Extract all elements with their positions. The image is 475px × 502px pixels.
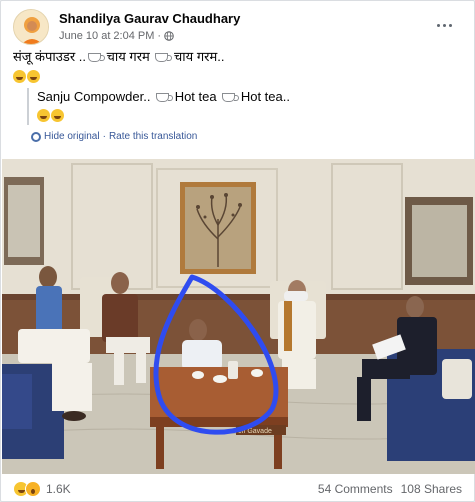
original-text-part2: चाय गरम	[103, 49, 154, 64]
laughing-emoji-icon	[37, 109, 50, 123]
post-stats: 54 Comments 108 Shares	[318, 482, 462, 496]
shares-count[interactable]: 108 Shares	[401, 482, 462, 496]
laughing-emoji-icon	[13, 70, 26, 84]
gear-icon[interactable]	[31, 131, 41, 142]
post-meta: June 10 at 2:04 PM ·	[59, 30, 174, 42]
hot-beverage-icon	[156, 93, 174, 103]
reactions-summary[interactable]: 1.6K	[13, 481, 71, 497]
author-name[interactable]: Shandilya Gaurav Chaudhary	[59, 11, 240, 26]
post-header: Shandilya Gaurav Chaudhary June 10 at 2:…	[13, 9, 464, 49]
translated-text-part3: Hot tea..	[237, 89, 290, 104]
globe-icon	[164, 31, 174, 41]
hot-beverage-icon	[88, 53, 106, 63]
laughing-emoji-icon	[51, 109, 64, 123]
translated-text-part2: Hot tea	[171, 89, 221, 104]
translated-text-part1: Sanju Compowder..	[37, 89, 155, 104]
rate-translation-link[interactable]: Rate this translation	[109, 131, 197, 142]
meta-separator: ·	[157, 30, 162, 42]
hot-beverage-icon	[155, 53, 173, 63]
translation-block: Sanju Compowder.. Hot tea Hot tea..	[27, 88, 457, 125]
post-footer: 1.6K 54 Comments 108 Shares	[13, 481, 462, 499]
hot-beverage-icon	[222, 93, 240, 103]
comments-count[interactable]: 54 Comments	[318, 482, 393, 496]
post-original-text: संजू कंपाउडर .. चाय गरम चाय गरम..	[13, 48, 224, 84]
post-photo[interactable]: ch Gavade	[2, 159, 475, 474]
link-separator: ·	[102, 131, 106, 142]
post-card: Shandilya Gaurav Chaudhary June 10 at 2:…	[0, 0, 475, 502]
author-avatar[interactable]	[13, 9, 49, 45]
reaction-count: 1.6K	[46, 482, 71, 496]
laughing-emoji-icon	[27, 70, 40, 84]
post-timestamp[interactable]: June 10 at 2:04 PM	[59, 30, 154, 42]
original-text-part3: चाय गरम..	[170, 49, 225, 64]
meeting-photo: ch Gavade	[2, 159, 475, 474]
original-text-part1: संजू कंपाउडर ..	[13, 49, 87, 64]
wow-reaction-icon	[25, 481, 41, 497]
hide-original-link[interactable]: Hide original	[44, 131, 100, 142]
translation-links: Hide original · Rate this translation	[31, 131, 197, 142]
more-options-icon[interactable]	[432, 15, 456, 35]
